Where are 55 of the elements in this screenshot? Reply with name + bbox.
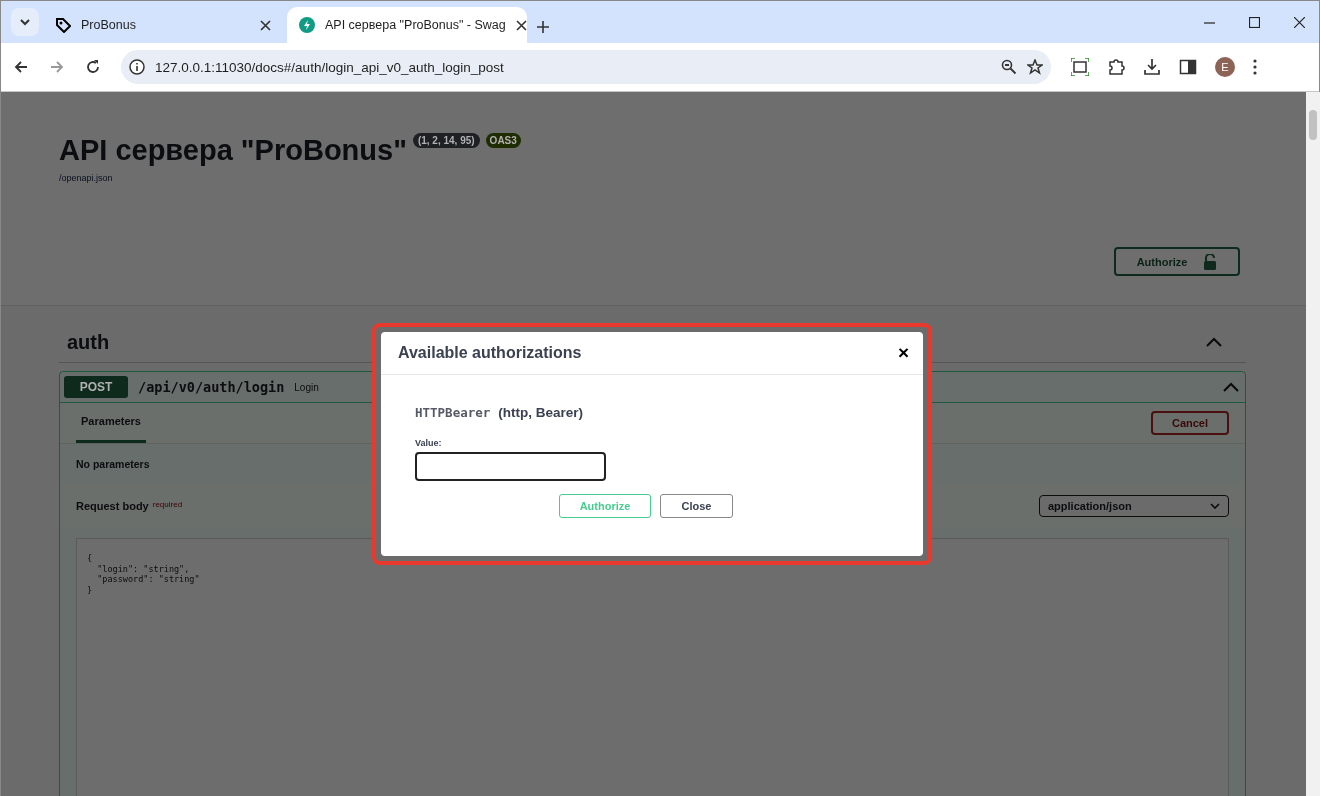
scheme-name: HTTPBearer bbox=[415, 405, 491, 420]
spec-link[interactable]: /openapi.json bbox=[59, 173, 113, 183]
chevron-up-icon[interactable] bbox=[1206, 336, 1222, 348]
zoom-out-icon[interactable] bbox=[1001, 59, 1017, 75]
authorize-button[interactable]: Authorize bbox=[1114, 247, 1240, 276]
tab-title: API сервера "ProBonus" - Swag bbox=[325, 18, 506, 32]
scheme-type: (http, Bearer) bbox=[498, 405, 584, 420]
close-icon[interactable] bbox=[515, 19, 527, 31]
tab-search-button[interactable] bbox=[11, 8, 39, 36]
lightning-logo-icon bbox=[299, 17, 315, 33]
tab-title: ProBonus bbox=[81, 18, 137, 32]
close-button[interactable]: Close bbox=[660, 494, 733, 518]
back-arrow-icon[interactable] bbox=[13, 59, 29, 75]
reload-icon[interactable] bbox=[85, 59, 101, 75]
tag-icon bbox=[55, 17, 71, 33]
api-title: API сервера "ProBonus" bbox=[59, 134, 407, 167]
url-text: 127.0.0.1:11030/docs#/auth/login_api_v0_auth_login_post bbox=[155, 59, 505, 75]
value-input-field[interactable] bbox=[415, 452, 606, 481]
parameters-tab[interactable]: Parameters bbox=[76, 403, 146, 443]
required-mark: required bbox=[152, 500, 183, 509]
oas-badge: OAS3 bbox=[485, 133, 521, 148]
forward-arrow-icon[interactable] bbox=[49, 59, 65, 75]
endpoint-summary: Login bbox=[294, 381, 320, 393]
address-bar[interactable]: 127.0.0.1:11030/docs#/auth/login_api_v0_auth_login_post bbox=[121, 50, 1051, 84]
method-badge: POST bbox=[64, 376, 128, 398]
browser-tab[interactable]: ProBonus bbox=[43, 7, 283, 43]
chevron-up-icon[interactable] bbox=[1223, 381, 1239, 393]
section-title[interactable]: auth bbox=[67, 330, 110, 354]
chevron-down-icon bbox=[1210, 503, 1220, 509]
puzzle-icon[interactable] bbox=[1107, 58, 1125, 76]
browser-tab[interactable]: API сервера "ProBonus" - Swag bbox=[287, 7, 527, 43]
info-icon[interactable] bbox=[129, 59, 145, 75]
screen-capture-icon[interactable] bbox=[1071, 58, 1089, 76]
cancel-button[interactable]: Cancel bbox=[1151, 411, 1229, 435]
json-example: { "login": "string", "password": "string" } bbox=[87, 553, 201, 596]
more-menu-icon[interactable] bbox=[1253, 59, 1257, 75]
plus-icon[interactable] bbox=[537, 21, 549, 33]
close-icon[interactable] bbox=[260, 19, 271, 31]
star-icon[interactable] bbox=[1027, 59, 1043, 75]
profile-avatar[interactable]: E bbox=[1215, 57, 1235, 77]
chevron-down-icon bbox=[19, 18, 31, 26]
content-type-select[interactable]: application/json bbox=[1039, 495, 1229, 517]
close-icon[interactable] bbox=[1294, 16, 1305, 28]
maximize-icon[interactable] bbox=[1249, 16, 1260, 28]
request-body-editor[interactable]: { "login": "string", "password": "string" } bbox=[76, 538, 1229, 796]
request-body-label: Request body bbox=[76, 500, 149, 512]
download-icon[interactable] bbox=[1143, 58, 1161, 76]
version-badge: (1, 2, 14, 95) bbox=[412, 133, 480, 148]
scrollbar[interactable] bbox=[1306, 92, 1320, 796]
authorize-button[interactable]: Authorize bbox=[559, 494, 651, 518]
dialog-title: Available authorizations bbox=[398, 344, 582, 362]
endpoint-path[interactable]: /api/v0/auth/login bbox=[138, 379, 285, 395]
side-panel-icon[interactable] bbox=[1179, 58, 1197, 76]
padlock-icon bbox=[1203, 253, 1218, 270]
close-button[interactable]: × bbox=[897, 342, 909, 364]
